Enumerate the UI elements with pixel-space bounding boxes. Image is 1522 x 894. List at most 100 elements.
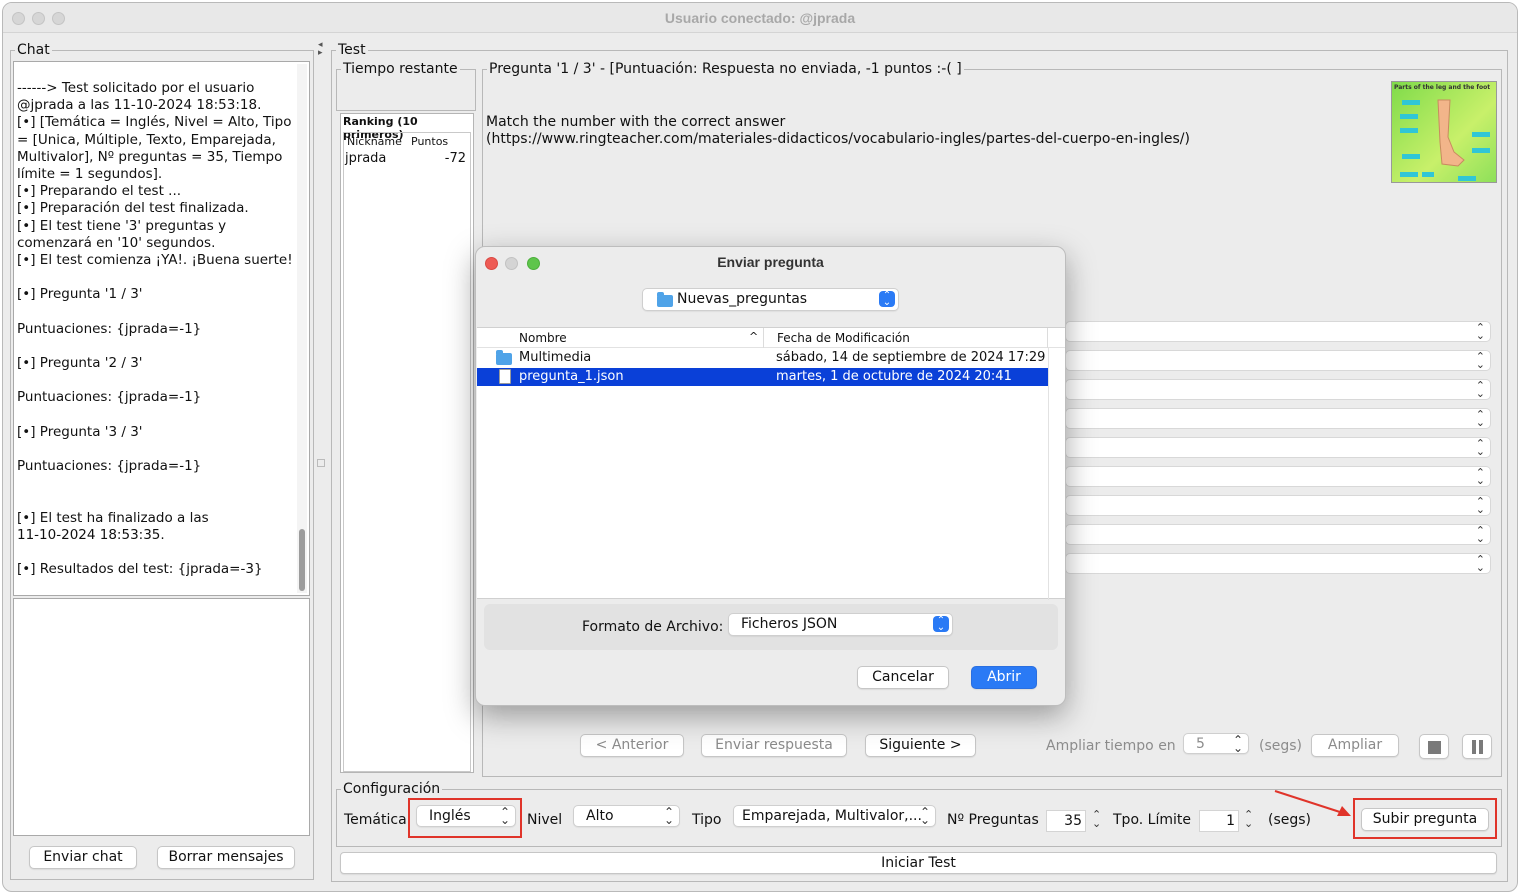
chevron-updown-icon: ⌃ ⌄ [1475,553,1485,574]
next-button[interactable]: Siguiente > [865,734,976,757]
chevron-updown-icon: ⌃ ⌄ [1475,495,1485,516]
folder-icon [657,292,673,307]
num-questions-stepper-icon[interactable]: ⌃ ⌄ [1092,809,1101,829]
chat-input[interactable] [13,598,310,836]
tipo-value: Emparejada, Multivalor,... [742,808,922,824]
chat-message-line: Multivalor], Nº preguntas = 35, Tiempo [17,148,283,165]
chat-message-line: [•] [Temática = Inglés, Nivel = Alto, Ti… [17,114,292,131]
time-limit-stepper-icon[interactable]: ⌃ ⌄ [1244,809,1253,829]
chat-message-line: [•] Pregunta '3 / 3' [17,423,143,440]
chevron-updown-icon: ⌃ ⌄ [1475,350,1485,371]
column-name[interactable]: Nombre [519,331,567,345]
chat-message-line [17,493,293,510]
chat-message-line: = [Unica, Múltiple, Texto, Emparejada, [17,131,276,148]
upload-highlight [1353,798,1497,839]
time-limit-field[interactable]: 1 [1199,810,1239,832]
chat-scrollbar[interactable] [297,64,307,593]
file-list[interactable]: Nombre ^ Fecha de Modificación Multimedi… [477,327,1065,600]
chat-message-line: [•] El test ha finalizado a las [17,509,209,526]
file-row-pregunta[interactable]: pregunta_1.json martes, 1 de octubre de … [477,368,1048,386]
answer-select-2[interactable]: ⌃ ⌄ [1065,350,1491,371]
previous-button[interactable]: < Anterior [580,734,684,757]
extend-time-stepper[interactable]: 5 ⌃ ⌄ [1183,733,1249,754]
cancel-button[interactable]: Cancelar [857,666,949,689]
num-questions-label: Nº Preguntas [947,812,1039,828]
file-list-header: Nombre ^ Fecha de Modificación [477,328,1065,348]
send-chat-button[interactable]: Enviar chat [29,846,137,869]
chat-title: Chat [17,42,50,58]
folder-icon [496,350,512,365]
answer-select-5[interactable]: ⌃ ⌄ [1065,437,1491,458]
chevron-updown-icon: ⌃ ⌄ [1475,379,1485,400]
file-dialog: Enviar pregunta Nuevas_preguntas ⌃ ⌄ Nomb… [475,246,1066,706]
clear-messages-button[interactable]: Borrar mensajes [157,846,295,869]
annotation-arrow-icon [1274,790,1351,816]
format-label: Formato de Archivo: [582,619,724,635]
open-button[interactable]: Abrir [971,666,1037,689]
format-select[interactable]: Ficheros JSON ⌃ ⌄ [728,613,953,636]
extend-time-button[interactable]: Ampliar [1311,734,1399,757]
test-title: Test [338,42,366,58]
chat-message-line: Puntuaciones: {jprada=-1} [17,320,202,337]
nivel-value: Alto [586,808,614,824]
extend-secs-label: (segs) [1259,738,1303,754]
stop-button[interactable] [1419,734,1449,759]
chevron-updown-icon: ⌃ ⌄ [879,291,895,308]
split-arrows[interactable]: ◂ ▸ [318,41,323,58]
nivel-select[interactable]: Alto ⌃ ⌄ [573,805,680,827]
tipo-select[interactable]: Emparejada, Multivalor,... ⌃ ⌄ [733,805,936,827]
file-name: Multimedia [519,350,592,365]
split-handle[interactable] [317,459,325,467]
nivel-label: Nivel [527,812,563,828]
answer-select-1[interactable]: ⌃ ⌄ [1065,321,1491,342]
time-left-label: Tiempo restante [343,61,458,77]
ranking-panel: Ranking (10 primeros) Nickname Puntos jp… [340,113,474,773]
file-row-multimedia[interactable]: Multimedia sábado, 14 de septiembre de 2… [477,349,1048,367]
chat-log[interactable]: ------> Test solicitado por el usuario @j… [13,61,310,596]
time-limit-label: Tpo. Límite [1113,812,1191,828]
answer-select-6[interactable]: ⌃ ⌄ [1065,466,1491,487]
chat-message-line: [•] Pregunta '1 / 3' [17,286,143,303]
column-date[interactable]: Fecha de Modificación [777,331,910,345]
folder-select[interactable]: Nuevas_preguntas ⌃ ⌄ [642,288,899,311]
stepper-arrows-icon[interactable]: ⌃ ⌄ [1233,734,1243,754]
chat-message-line: [•] Preparando el test ... [17,183,182,200]
chat-message-line [17,407,293,424]
question-text-line2: (https://www.ringteacher.com/materiales-… [486,131,1190,147]
chat-message-line [17,338,293,355]
extend-time-value: 5 [1196,736,1205,752]
tematica-highlight [408,798,522,838]
ranking-row-nick: jprada [345,151,387,166]
question-text-line1: Match the number with the correct answer [486,114,786,130]
chat-scroll-thumb[interactable] [299,529,305,591]
chat-message-line: límite = 1 segundos]. [17,165,163,182]
sort-ascending-icon: ^ [749,330,759,343]
answer-select-4[interactable]: ⌃ ⌄ [1065,408,1491,429]
pause-button[interactable] [1462,734,1492,759]
file-name: pregunta_1.json [519,369,624,384]
file-date: martes, 1 de octubre de 2024 20:41 [776,369,1012,384]
chevron-updown-icon: ⌃ ⌄ [1475,437,1485,458]
chat-message-line: @jprada a las 11-10-2024 18:53:18. [17,97,262,114]
chevron-updown-icon: ⌃ ⌄ [919,805,930,827]
num-questions-field[interactable]: 35 [1046,810,1086,832]
app-window: Usuario conectado: @jprada Chat ------> … [2,2,1518,892]
start-test-button[interactable]: Iniciar Test [340,852,1497,874]
answer-select-7[interactable]: ⌃ ⌄ [1065,495,1491,516]
chat-message-line [17,544,293,561]
chat-message-line [17,303,293,320]
chat-messages: ------> Test solicitado por el usuario @j… [17,80,293,578]
document-icon [499,369,511,384]
dialog-title: Enviar pregunta [717,254,824,270]
send-answer-button[interactable]: Enviar respuesta [701,734,847,757]
ranking-col-nickname: Nickname [347,135,402,148]
chat-message-line: [•] El test comienza ¡YA!. ¡Buena suerte… [17,251,293,268]
ranking-table: Nickname Puntos jprada -72 [343,132,471,772]
question-image: Parts of the leg and the foot [1391,81,1497,183]
answer-select-9[interactable]: ⌃ ⌄ [1065,553,1491,574]
stop-icon [1428,741,1441,754]
answer-select-8[interactable]: ⌃ ⌄ [1065,524,1491,545]
config-title: Configuración [343,781,441,797]
chat-message-line [17,372,293,389]
answer-select-3[interactable]: ⌃ ⌄ [1065,379,1491,400]
